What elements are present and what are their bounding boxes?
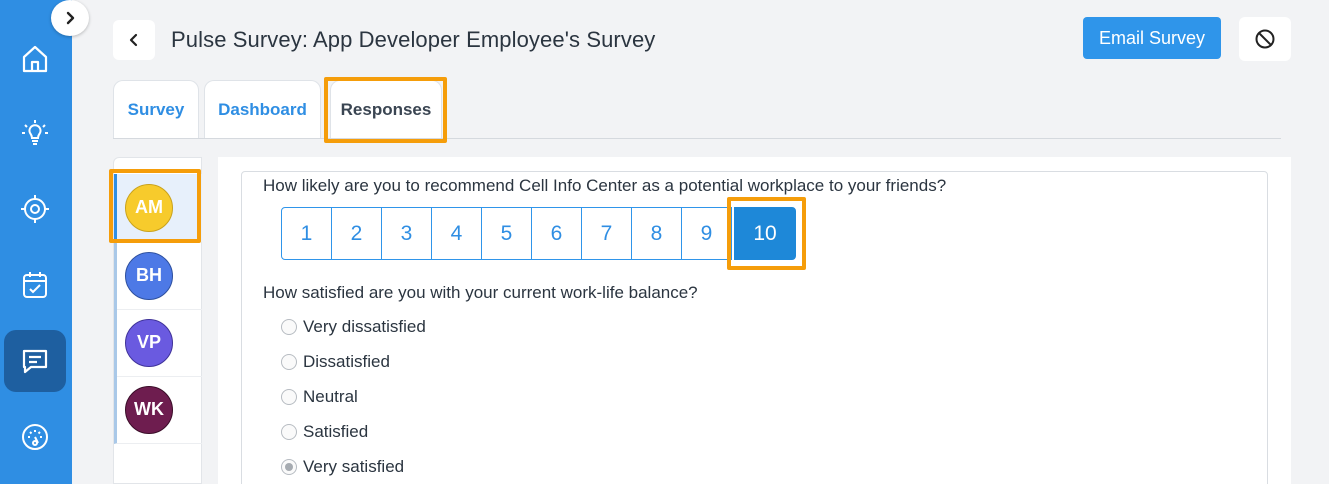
- scale-option-1[interactable]: 1: [281, 207, 332, 260]
- avatar: VP: [125, 318, 173, 367]
- radio-label: Very satisfied: [303, 457, 405, 476]
- radio-label: Satisfied: [303, 422, 369, 441]
- sidebar-item-ideas[interactable]: [4, 102, 66, 164]
- home-icon: [22, 45, 48, 73]
- scale-option-7[interactable]: 7: [581, 207, 632, 260]
- radio-label: Very dissatisfied: [303, 317, 426, 336]
- sidebar-expand-button[interactable]: [51, 0, 89, 36]
- gauge-icon: [22, 424, 48, 450]
- radio-label: Dissatisfied: [303, 352, 390, 371]
- scale-option-9[interactable]: 9: [681, 207, 732, 260]
- sidebar-item-surveys[interactable]: [4, 330, 66, 392]
- avatar: BH: [125, 251, 173, 300]
- radio-button[interactable]: [281, 459, 297, 475]
- highlight-selected-score: [727, 197, 806, 270]
- scale-option-3[interactable]: 3: [381, 207, 432, 260]
- lightbulb-icon: [22, 120, 48, 145]
- tab-dashboard[interactable]: Dashboard: [204, 80, 321, 138]
- sidebar-item-tasks[interactable]: [4, 254, 66, 316]
- respondent-item-wk[interactable]: WK: [114, 376, 202, 444]
- radio-button[interactable]: [281, 354, 297, 370]
- tab-survey[interactable]: Survey: [113, 80, 199, 138]
- question-recommend: How likely are you to recommend Cell Inf…: [263, 176, 947, 195]
- target-icon: [21, 195, 49, 223]
- scale-option-6[interactable]: 6: [531, 207, 582, 260]
- sidebar-item-goals[interactable]: [4, 178, 66, 240]
- sidebar-nav: [0, 0, 72, 484]
- radio-button[interactable]: [281, 319, 297, 335]
- radio-button[interactable]: [281, 424, 297, 440]
- radio-option-very-dissatisfied[interactable]: Very dissatisfied: [281, 316, 426, 338]
- radio-option-satisfied[interactable]: Satisfied: [281, 421, 368, 443]
- radio-option-dissatisfied[interactable]: Dissatisfied: [281, 351, 390, 373]
- chat-icon: [22, 349, 48, 374]
- scale-option-2[interactable]: 2: [331, 207, 382, 260]
- back-button[interactable]: [113, 20, 155, 60]
- sidebar-item-home[interactable]: [4, 28, 66, 90]
- disable-survey-button[interactable]: [1239, 17, 1291, 61]
- page-title: Pulse Survey: App Developer Employee's S…: [171, 27, 656, 52]
- sidebar-item-analytics[interactable]: [4, 406, 66, 468]
- scale-option-8[interactable]: 8: [631, 207, 682, 260]
- respondent-item-vp[interactable]: VP: [114, 309, 202, 377]
- respondent-item-bh[interactable]: BH: [114, 242, 202, 310]
- nps-scale: 1 2 3 4 5 6 7 8 9 10: [281, 207, 796, 260]
- calendar-check-icon: [23, 272, 47, 298]
- radio-option-very-satisfied[interactable]: Very satisfied: [281, 456, 404, 478]
- highlight-responses-tab: [324, 77, 447, 143]
- tabs-divider: [113, 138, 1281, 139]
- radio-button[interactable]: [281, 389, 297, 405]
- highlight-selected-respondent: [109, 169, 201, 243]
- avatar: WK: [125, 385, 173, 434]
- chevron-left-icon: [129, 33, 138, 47]
- scale-option-4[interactable]: 4: [431, 207, 482, 260]
- chevron-right-icon: [66, 11, 75, 25]
- scale-option-5[interactable]: 5: [481, 207, 532, 260]
- question-work-life-balance: How satisfied are you with your current …: [263, 283, 698, 302]
- ban-icon: [1255, 29, 1275, 49]
- email-survey-button[interactable]: Email Survey: [1083, 17, 1221, 59]
- radio-option-neutral[interactable]: Neutral: [281, 386, 358, 408]
- radio-label: Neutral: [303, 387, 358, 406]
